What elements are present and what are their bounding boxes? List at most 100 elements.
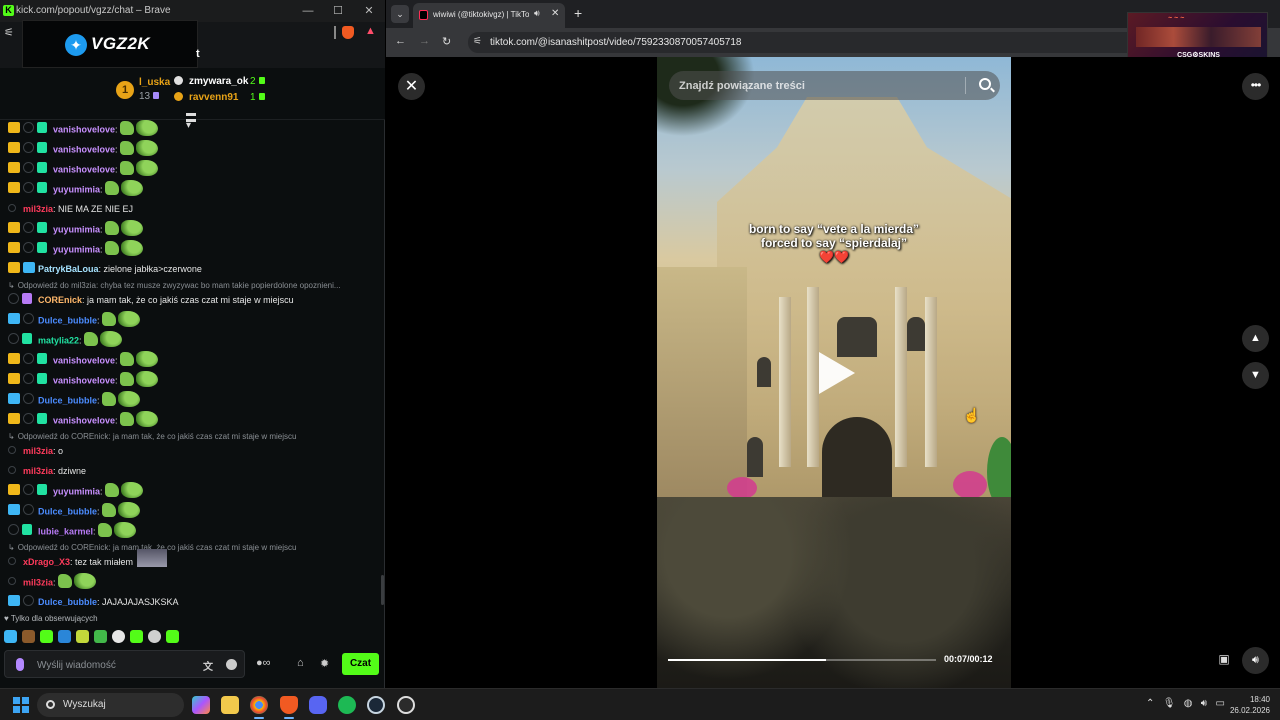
emote-icon[interactable]	[22, 630, 35, 644]
emote-icon[interactable]	[58, 630, 71, 644]
next-video-button[interactable]: ▼	[1242, 362, 1269, 389]
windows-start-icon[interactable]	[13, 697, 29, 713]
chat-username[interactable]: COREnick	[38, 295, 82, 305]
chat-message-input[interactable]	[37, 657, 197, 673]
chat-text: : o	[53, 446, 64, 456]
chat-username[interactable]: lubie_karmel	[38, 526, 93, 536]
chat-username[interactable]: Dulce_bubble	[38, 506, 97, 516]
message-content: Dulce_bubble:	[38, 502, 140, 518]
chat-username[interactable]: yuyumimia	[53, 244, 100, 254]
search-icon[interactable]	[979, 78, 991, 90]
emote-icon	[119, 372, 134, 386]
emote-icon[interactable]	[40, 630, 53, 644]
emoji-icon[interactable]	[226, 659, 237, 670]
emote-icon[interactable]	[4, 630, 17, 644]
gear-icon[interactable]: ✹	[320, 657, 329, 670]
leaderboard-name[interactable]: ravvenn91	[189, 92, 238, 103]
video-progress-bar[interactable]	[668, 659, 936, 661]
emote-icon[interactable]	[130, 630, 143, 644]
user-badges	[8, 142, 50, 154]
tab-search-icon[interactable]: ⌄	[391, 5, 409, 23]
chat-username[interactable]: mil3zia	[23, 446, 53, 456]
back-icon[interactable]: ←	[395, 35, 406, 47]
emote-icon[interactable]	[112, 630, 125, 644]
chat-username[interactable]: mil3zia	[23, 466, 53, 476]
chat-username[interactable]: vanishovelove	[53, 164, 115, 174]
send-chat-button[interactable]: Czat	[342, 653, 379, 675]
tab-tiktok[interactable]: wiwiwi (@tiktokivgz) | TikTok 🔊︎ ✕	[413, 3, 565, 28]
new-tab-icon[interactable]: +	[574, 5, 582, 21]
chat-message: yuyumimia:	[0, 178, 380, 198]
address-bar[interactable]: ⚟ tiktok.com/@isanashitpost/video/759233…	[468, 32, 1168, 53]
chat-username[interactable]: matylia22	[38, 335, 79, 345]
brave-rewards-icon[interactable]: ▲	[365, 25, 376, 37]
brave-shields-icon[interactable]	[342, 26, 354, 39]
shop-icon[interactable]: ⌂	[297, 657, 304, 669]
badge-icon	[8, 557, 16, 565]
chat-username[interactable]: yuyumimia	[53, 224, 100, 234]
mic-icon[interactable]	[16, 658, 24, 671]
related-search-input[interactable]	[679, 77, 959, 94]
emote-icon[interactable]	[166, 630, 179, 644]
emote-icon[interactable]	[94, 630, 107, 644]
leaderboard-name[interactable]: zmywara_ok	[189, 76, 248, 87]
chat-username[interactable]: mil3zia	[23, 577, 53, 587]
chat-username[interactable]: vanishovelove	[53, 124, 115, 134]
close-viewer-button[interactable]: ✕	[398, 73, 425, 100]
chat-message: vanishovelove:	[0, 138, 380, 158]
file-explorer-icon[interactable]	[221, 696, 239, 714]
speaker-icon[interactable]: 🔊︎	[534, 8, 540, 19]
chat-username[interactable]: vanishovelove	[53, 375, 115, 385]
leaderboard-count: 1	[250, 92, 256, 103]
video-caption: born to say “vete a la mierda” forced to…	[657, 222, 1011, 264]
user-badges	[8, 262, 38, 274]
previous-video-button[interactable]: ▲	[1242, 325, 1269, 352]
system-tray[interactable]: ⌃ 🎙︎ ◍ 🔊︎ ▭	[1146, 698, 1225, 709]
chat-username[interactable]: Dulce_bubble	[38, 597, 97, 607]
chat-username[interactable]: PatrykBaLoua	[38, 264, 99, 274]
video-frame[interactable]: born to say “vete a la mierda” forced to…	[657, 57, 1011, 688]
chat-scrollbar[interactable]	[381, 575, 384, 605]
maximize-icon[interactable]: ☐	[330, 3, 346, 19]
site-settings-icon[interactable]: ⚟	[4, 26, 14, 39]
chat-username[interactable]: yuyumimia	[53, 184, 100, 194]
discord-icon[interactable]	[309, 696, 327, 714]
play-icon[interactable]	[819, 352, 855, 394]
emote-icon[interactable]	[148, 630, 161, 644]
close-window-icon[interactable]: ✕	[361, 3, 377, 19]
chat-username[interactable]: Dulce_bubble	[38, 395, 97, 405]
chat-message: Dulce_bubble:	[0, 500, 380, 520]
chat-username[interactable]: xDrago_X3	[23, 557, 70, 567]
chrome-icon[interactable]	[250, 696, 268, 719]
close-tab-icon[interactable]: ✕	[551, 8, 559, 19]
obs-icon[interactable]	[397, 696, 415, 714]
chat-username[interactable]: vanishovelove	[53, 144, 115, 154]
leaderboard-name[interactable]: l_uska	[139, 77, 170, 88]
mini-player-icon[interactable]: ▣	[1213, 648, 1235, 670]
chat-username[interactable]: vanishovelove	[53, 415, 115, 425]
chat-username[interactable]: Dulce_bubble	[38, 315, 97, 325]
taskbar-search[interactable]: Wyszukaj	[37, 693, 184, 717]
steam-icon[interactable]	[367, 696, 385, 714]
emote-icon[interactable]	[76, 630, 89, 644]
taskbar-clock[interactable]: 18:40 26.02.2026	[1226, 694, 1270, 716]
copilot-icon[interactable]	[192, 696, 210, 714]
more-options-button[interactable]: •••	[1242, 73, 1269, 100]
minimize-icon[interactable]: —	[300, 3, 316, 19]
chat-username[interactable]: yuyumimia	[53, 486, 100, 496]
badge-icon	[23, 313, 34, 324]
spotify-icon[interactable]	[338, 696, 356, 714]
logo-trailing-text: t	[196, 48, 200, 60]
chat-window-titlebar: K kick.com/popout/vgzz/chat – Brave — ☐ …	[0, 0, 385, 22]
translate-icon[interactable]: 文	[203, 658, 213, 673]
brave-icon[interactable]	[280, 696, 298, 719]
forward-icon[interactable]: →	[419, 35, 430, 47]
chat-username[interactable]: vanishovelove	[53, 355, 115, 365]
volume-button[interactable]: 🔊︎	[1242, 647, 1269, 674]
community-goal-icon[interactable]: ●∞	[256, 657, 271, 669]
badge-icon	[8, 222, 20, 233]
reload-icon[interactable]: ↻	[442, 35, 451, 48]
chat-username[interactable]: mil3zia	[23, 204, 53, 214]
site-info-icon[interactable]: ⚟	[473, 36, 482, 47]
emote-icon	[57, 574, 72, 588]
